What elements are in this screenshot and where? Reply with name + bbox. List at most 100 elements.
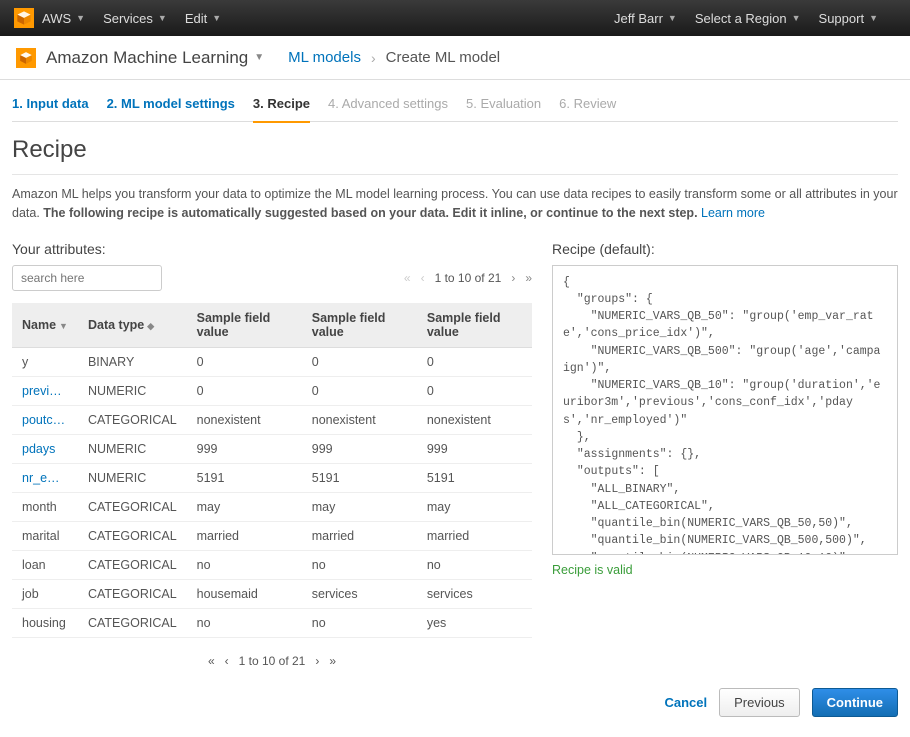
sort-desc-icon: ▼	[59, 321, 68, 331]
attr-sample: nonexistent	[187, 405, 302, 434]
pager-first-icon[interactable]: «	[404, 271, 411, 285]
caret-down-icon: ▼	[158, 13, 167, 23]
wizard-step[interactable]: 4. Advanced settings	[328, 96, 448, 111]
recipe-valid-status: Recipe is valid	[552, 563, 898, 577]
attr-name[interactable]: nr_employed	[12, 463, 78, 492]
caret-down-icon: ▼	[869, 13, 878, 23]
wizard-step[interactable]: 3. Recipe	[253, 96, 310, 123]
attr-sample: 0	[417, 376, 532, 405]
pager-last-icon[interactable]: »	[329, 654, 336, 668]
attr-type: CATEGORICAL	[78, 405, 187, 434]
attr-type: NUMERIC	[78, 434, 187, 463]
support-menu[interactable]: Support▼	[819, 11, 878, 26]
table-row: pdaysNUMERIC999999999	[12, 434, 532, 463]
attr-name[interactable]: previous	[12, 376, 78, 405]
attr-type: CATEGORICAL	[78, 579, 187, 608]
attr-name[interactable]: poutcome	[12, 405, 78, 434]
intro-text-bold: The following recipe is automatically su…	[43, 206, 697, 220]
wizard-step[interactable]: 1. Input data	[12, 96, 89, 111]
continue-button[interactable]: Continue	[812, 688, 898, 717]
attr-type: NUMERIC	[78, 463, 187, 492]
wizard-step[interactable]: 2. ML model settings	[107, 96, 235, 111]
wizard-step[interactable]: 6. Review	[559, 96, 616, 111]
breadcrumb: Amazon Machine Learning ▼ ML models › Cr…	[0, 36, 910, 80]
services-menu[interactable]: Services▼	[103, 11, 167, 26]
service-name[interactable]: Amazon Machine Learning	[46, 48, 248, 68]
attr-name: month	[12, 492, 78, 521]
aws-logo-icon	[14, 8, 34, 28]
attr-sample: 999	[417, 434, 532, 463]
attr-sample: no	[302, 550, 417, 579]
attr-sample: 0	[302, 347, 417, 376]
caret-down-icon: ▼	[212, 13, 221, 23]
aws-label: AWS	[42, 11, 71, 26]
attr-sample: no	[187, 608, 302, 637]
pager-next-icon[interactable]: ›	[315, 654, 319, 668]
edit-label: Edit	[185, 11, 207, 26]
attr-sample: no	[187, 550, 302, 579]
table-header[interactable]: Sample field value	[417, 303, 532, 348]
page-title: Recipe	[12, 136, 898, 164]
attr-sample: yes	[417, 608, 532, 637]
footer-buttons: Cancel Previous Continue	[12, 688, 898, 717]
table-header[interactable]: Sample field value	[302, 303, 417, 348]
attr-name: y	[12, 347, 78, 376]
attr-type: BINARY	[78, 347, 187, 376]
chevron-right-icon: ›	[371, 50, 376, 66]
attr-name[interactable]: pdays	[12, 434, 78, 463]
recipe-editor[interactable]: { "groups": { "NUMERIC_VARS_QB_50": "gro…	[552, 265, 898, 555]
previous-button[interactable]: Previous	[719, 688, 800, 717]
table-row: housingCATEGORICALnonoyes	[12, 608, 532, 637]
table-header[interactable]: Sample field value	[187, 303, 302, 348]
attr-name: marital	[12, 521, 78, 550]
pager-text: 1 to 10 of 21	[239, 654, 306, 668]
attr-sample: nonexistent	[302, 405, 417, 434]
wizard-step[interactable]: 5. Evaluation	[466, 96, 541, 111]
wizard-steps: 1. Input data 2. ML model settings 3. Reci…	[12, 86, 898, 122]
attr-sample: 5191	[417, 463, 532, 492]
edit-menu[interactable]: Edit ▼	[185, 11, 221, 26]
attr-sample: 0	[302, 376, 417, 405]
pager-top: « ‹ 1 to 10 of 21 › »	[404, 271, 532, 285]
region-menu[interactable]: Select a Region▼	[695, 11, 801, 26]
learn-more-link[interactable]: Learn more	[701, 206, 765, 220]
pager-prev-icon[interactable]: ‹	[421, 271, 425, 285]
breadcrumb-current: Create ML model	[386, 49, 501, 66]
table-row: monthCATEGORICALmaymaymay	[12, 492, 532, 521]
attr-type: CATEGORICAL	[78, 608, 187, 637]
service-icon	[16, 48, 36, 68]
attr-sample: nonexistent	[417, 405, 532, 434]
attributes-label: Your attributes:	[12, 241, 532, 257]
table-row: maritalCATEGORICALmarriedmarriedmarried	[12, 521, 532, 550]
user-menu[interactable]: Jeff Barr ▼	[614, 11, 677, 26]
attr-name: housing	[12, 608, 78, 637]
attr-sample: no	[302, 608, 417, 637]
attr-sample: services	[302, 579, 417, 608]
pager-next-icon[interactable]: ›	[511, 271, 515, 285]
user-label: Jeff Barr	[614, 11, 663, 26]
table-row: poutcomeCATEGORICALnonexistentnonexisten…	[12, 405, 532, 434]
attr-type: CATEGORICAL	[78, 550, 187, 579]
caret-down-icon: ▼	[76, 13, 85, 23]
attr-type: NUMERIC	[78, 376, 187, 405]
attr-sample: may	[302, 492, 417, 521]
table-row: nr_employedNUMERIC519151915191	[12, 463, 532, 492]
attr-sample: no	[417, 550, 532, 579]
attr-name: job	[12, 579, 78, 608]
pager-prev-icon[interactable]: ‹	[225, 654, 229, 668]
cancel-button[interactable]: Cancel	[664, 695, 707, 710]
attr-sample: 0	[417, 347, 532, 376]
attr-sample: 0	[187, 376, 302, 405]
attr-sample: 5191	[187, 463, 302, 492]
table-row: yBINARY000	[12, 347, 532, 376]
pager-first-icon[interactable]: «	[208, 654, 215, 668]
aws-home-link[interactable]: AWS ▼	[42, 11, 85, 26]
table-header[interactable]: Data type◆	[78, 303, 187, 348]
table-header[interactable]: Name▼	[12, 303, 78, 348]
caret-down-icon: ▼	[668, 13, 677, 23]
breadcrumb-ml-models[interactable]: ML models	[288, 49, 361, 66]
top-navbar: AWS ▼ Services▼ Edit ▼ Jeff Barr ▼ Select a…	[0, 0, 910, 36]
pager-last-icon[interactable]: »	[525, 271, 532, 285]
search-input[interactable]	[12, 265, 162, 291]
attr-sample: 5191	[302, 463, 417, 492]
